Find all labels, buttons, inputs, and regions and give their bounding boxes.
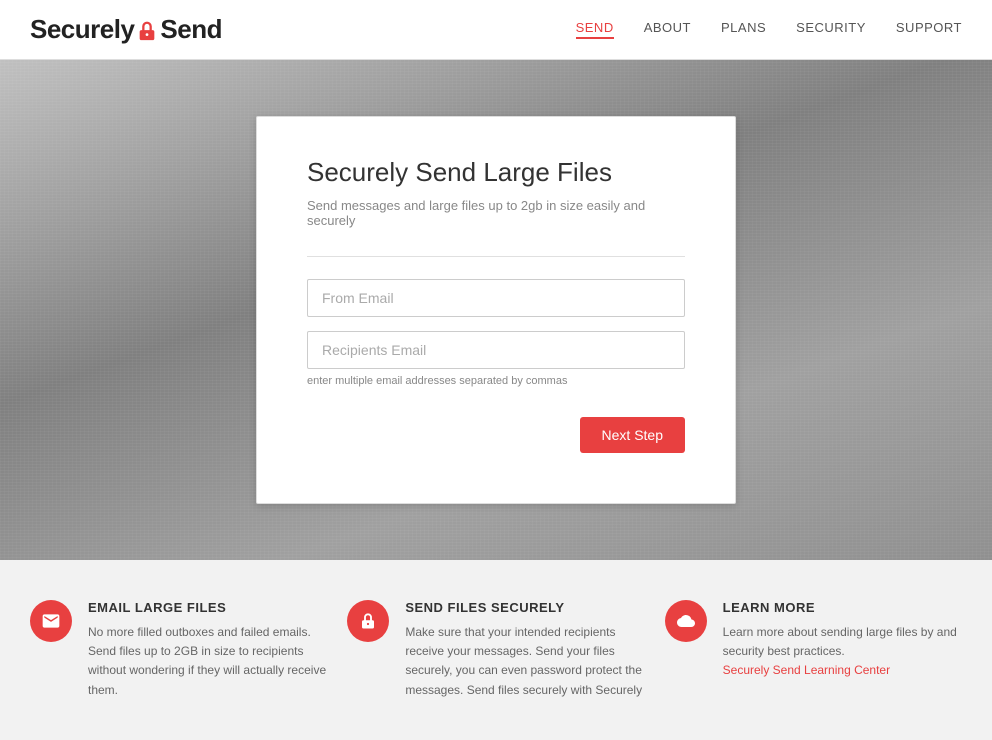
features-section: EMAIL LARGE FILES No more filled outboxe… (0, 560, 992, 740)
hero-section: Securely Send Large Files Send messages … (0, 60, 992, 560)
learning-center-link[interactable]: Securely Send Learning Center (723, 663, 890, 677)
feature-secure-content: SEND FILES SECURELY Make sure that your … (405, 600, 644, 700)
feature-secure-title: SEND FILES SECURELY (405, 600, 644, 615)
nav-about[interactable]: ABOUT (644, 20, 691, 39)
header: Securely Send SEND ABOUT PLANS SECURITY … (0, 0, 992, 60)
feature-learn-title: LEARN MORE (723, 600, 962, 615)
card-divider (307, 256, 685, 257)
nav-plans[interactable]: PLANS (721, 20, 766, 39)
logo-text-before: Securely (30, 14, 134, 45)
cloud-icon (665, 600, 707, 642)
feature-secure: SEND FILES SECURELY Make sure that your … (347, 600, 644, 700)
next-step-button[interactable]: Next Step (580, 417, 685, 453)
lock-feature-icon (347, 600, 389, 642)
from-email-input[interactable] (307, 279, 685, 317)
recipients-email-input[interactable] (307, 331, 685, 369)
nav-send[interactable]: SEND (576, 20, 614, 39)
main-nav: SEND ABOUT PLANS SECURITY SUPPORT (576, 20, 962, 39)
feature-learn-content: LEARN MORE Learn more about sending larg… (723, 600, 962, 679)
nav-support[interactable]: SUPPORT (896, 20, 962, 39)
logo: Securely Send (30, 14, 222, 45)
nav-security[interactable]: SECURITY (796, 20, 866, 39)
recipients-hint: enter multiple email addresses separated… (307, 375, 685, 387)
feature-secure-body: Make sure that your intended recipients … (405, 623, 644, 700)
feature-email-title: EMAIL LARGE FILES (88, 600, 327, 615)
card-subtitle: Send messages and large files up to 2gb … (307, 198, 685, 228)
logo-text-after: Send (160, 14, 222, 45)
lock-icon (136, 18, 158, 40)
send-card: Securely Send Large Files Send messages … (256, 116, 736, 504)
card-footer: Next Step (307, 417, 685, 453)
feature-email-body: No more filled outboxes and failed email… (88, 623, 327, 700)
feature-email-content: EMAIL LARGE FILES No more filled outboxe… (88, 600, 327, 700)
email-icon (30, 600, 72, 642)
feature-learn: LEARN MORE Learn more about sending larg… (665, 600, 962, 700)
feature-email: EMAIL LARGE FILES No more filled outboxe… (30, 600, 327, 700)
card-title: Securely Send Large Files (307, 157, 685, 188)
feature-learn-body: Learn more about sending large files by … (723, 623, 962, 661)
